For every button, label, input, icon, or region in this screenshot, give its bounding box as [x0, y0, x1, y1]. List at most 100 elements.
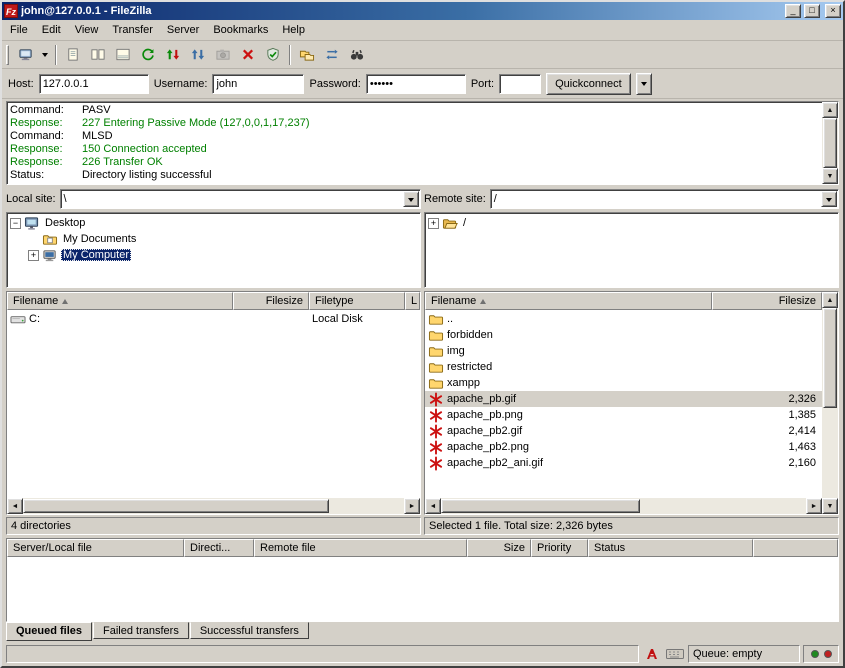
- scroll-left-icon[interactable]: [7, 498, 23, 514]
- toolbar-separator: [55, 45, 57, 65]
- directory-comparison-button[interactable]: [295, 43, 319, 67]
- close-button[interactable]: ×: [825, 4, 841, 18]
- tab-successful-transfers[interactable]: Successful transfers: [190, 622, 309, 639]
- keyboard-icon[interactable]: [665, 645, 685, 663]
- remote-file-row[interactable]: ..: [425, 311, 822, 327]
- column-header-filesize[interactable]: Filesize: [233, 292, 309, 310]
- site-manager-button[interactable]: [14, 43, 38, 67]
- quickconnect-dropdown-button[interactable]: [636, 73, 652, 95]
- cancel-button[interactable]: [236, 43, 260, 67]
- scroll-left-icon[interactable]: [425, 498, 441, 514]
- column-label: Size: [504, 542, 525, 554]
- scroll-down-icon[interactable]: [822, 168, 838, 184]
- combo-dropdown-button[interactable]: [821, 191, 837, 207]
- collapse-icon[interactable]: [10, 218, 21, 229]
- username-input[interactable]: [212, 74, 304, 94]
- local-site-combobox[interactable]: \: [60, 189, 421, 209]
- log-scrollbar[interactable]: [822, 102, 838, 184]
- refresh-button[interactable]: [136, 43, 160, 67]
- column-header-direction[interactable]: Directi...: [184, 539, 254, 557]
- remote-file-row[interactable]: apache_pb.gif2,326: [425, 391, 822, 407]
- tree-views-icon: [90, 47, 106, 62]
- port-input[interactable]: [499, 74, 541, 94]
- local-file-row[interactable]: C: Local Disk: [7, 311, 420, 327]
- remote-file-row[interactable]: apache_pb2.gif2,414: [425, 423, 822, 439]
- tab-queued-files[interactable]: Queued files: [6, 622, 92, 641]
- column-label: Filesize: [266, 295, 303, 307]
- remote-vertical-scrollbar[interactable]: [822, 292, 838, 514]
- column-header-status[interactable]: Status: [588, 539, 753, 557]
- scroll-thumb[interactable]: [23, 499, 329, 513]
- stop-queue-button[interactable]: [186, 43, 210, 67]
- tree-node-root[interactable]: /: [426, 215, 837, 231]
- site-manager-dropdown-button[interactable]: [39, 43, 51, 67]
- quickconnect-button[interactable]: Quickconnect: [546, 73, 631, 95]
- local-horizontal-scrollbar[interactable]: [7, 498, 420, 514]
- menu-server[interactable]: Server: [160, 21, 206, 39]
- log-line-type: Command:: [10, 104, 82, 117]
- remote-file-row[interactable]: apache_pb.png1,385: [425, 407, 822, 423]
- column-header-lastmodified[interactable]: L: [405, 292, 420, 310]
- file-name: apache_pb2.gif: [447, 425, 522, 437]
- scroll-thumb[interactable]: [823, 118, 837, 168]
- password-input[interactable]: [366, 74, 466, 94]
- snapshot-button[interactable]: [211, 43, 235, 67]
- transfer-type-icon[interactable]: [642, 645, 662, 663]
- sync-arrows-icon: [324, 47, 340, 62]
- menu-bookmarks[interactable]: Bookmarks: [206, 21, 275, 39]
- scroll-thumb[interactable]: [441, 499, 640, 513]
- column-header-size[interactable]: Size: [467, 539, 531, 557]
- toggle-transfer-queue-button[interactable]: [111, 43, 135, 67]
- remote-file-row[interactable]: restricted: [425, 359, 822, 375]
- remote-file-row[interactable]: forbidden: [425, 327, 822, 343]
- tree-node-my-computer[interactable]: My Computer: [8, 247, 419, 263]
- column-header-filesize[interactable]: Filesize: [712, 292, 822, 310]
- scroll-right-icon[interactable]: [806, 498, 822, 514]
- process-queue-button[interactable]: [161, 43, 185, 67]
- combo-dropdown-button[interactable]: [403, 191, 419, 207]
- column-header-filler: [753, 539, 838, 557]
- toggle-message-log-button[interactable]: [61, 43, 85, 67]
- expand-icon[interactable]: [28, 250, 39, 261]
- tab-failed-transfers[interactable]: Failed transfers: [93, 622, 189, 639]
- image-file-icon: [428, 424, 444, 439]
- scroll-thumb[interactable]: [823, 308, 837, 408]
- expand-icon[interactable]: [428, 218, 439, 229]
- scroll-up-icon[interactable]: [822, 292, 838, 308]
- maximize-button[interactable]: □: [804, 4, 820, 18]
- remote-file-row[interactable]: apache_pb2_ani.gif2,160: [425, 455, 822, 471]
- column-label: Filename: [13, 295, 58, 307]
- column-header-priority[interactable]: Priority: [531, 539, 588, 557]
- menu-transfer[interactable]: Transfer: [105, 21, 160, 39]
- menu-help[interactable]: Help: [275, 21, 312, 39]
- scroll-right-icon[interactable]: [404, 498, 420, 514]
- menu-edit[interactable]: Edit: [35, 21, 68, 39]
- remote-file-row[interactable]: img: [425, 343, 822, 359]
- verify-button[interactable]: [261, 43, 285, 67]
- sync-browsing-button[interactable]: [320, 43, 344, 67]
- tree-node-my-documents[interactable]: My Documents: [8, 231, 419, 247]
- folder-icon: [428, 344, 444, 359]
- remote-horizontal-scrollbar[interactable]: [425, 498, 822, 514]
- remote-site-combobox[interactable]: /: [490, 189, 839, 209]
- minimize-button[interactable]: _: [785, 4, 801, 18]
- scroll-up-icon[interactable]: [822, 102, 838, 118]
- column-header-remote-file[interactable]: Remote file: [254, 539, 467, 557]
- host-input[interactable]: [39, 74, 149, 94]
- local-file-list: Filename Filesize Filetype L C:: [6, 291, 421, 515]
- tree-node-label: My Computer: [61, 249, 131, 261]
- menu-file[interactable]: File: [3, 21, 35, 39]
- find-files-button[interactable]: [345, 43, 369, 67]
- column-header-filename[interactable]: Filename: [425, 292, 712, 310]
- column-header-filename[interactable]: Filename: [7, 292, 233, 310]
- menu-view[interactable]: View: [68, 21, 106, 39]
- column-header-server-local-file[interactable]: Server/Local file: [7, 539, 184, 557]
- file-size: 2,160: [712, 457, 822, 469]
- toggle-tree-views-button[interactable]: [86, 43, 110, 67]
- toolbar-grip[interactable]: [6, 45, 9, 65]
- remote-file-row[interactable]: xampp: [425, 375, 822, 391]
- tree-node-desktop[interactable]: Desktop: [8, 215, 419, 231]
- column-header-filetype[interactable]: Filetype: [309, 292, 405, 310]
- remote-file-row[interactable]: apache_pb2.png1,463: [425, 439, 822, 455]
- scroll-down-icon[interactable]: [822, 498, 838, 514]
